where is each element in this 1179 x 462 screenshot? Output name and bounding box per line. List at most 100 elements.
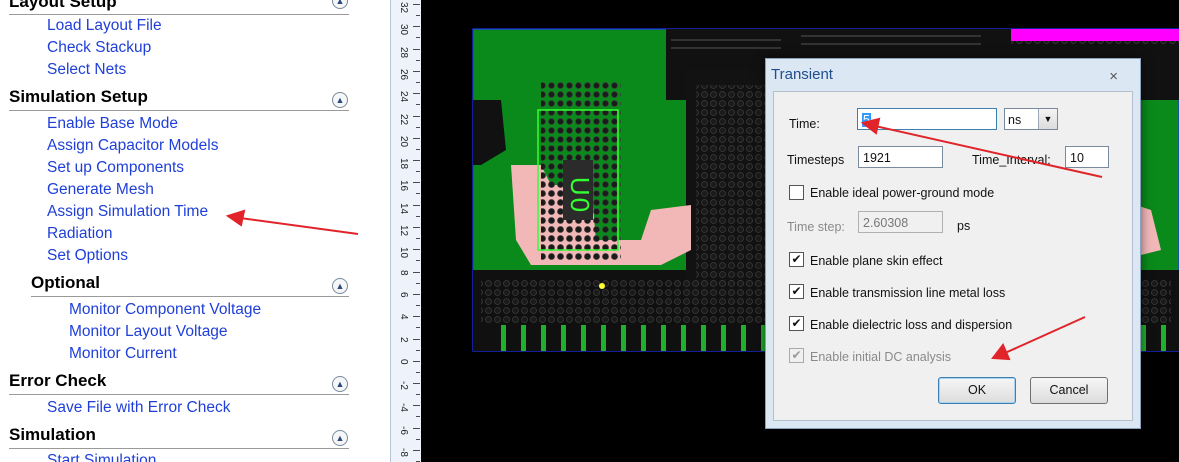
section-divider <box>9 448 349 449</box>
initial-dc-analysis-label: Enable initial DC analysis <box>810 350 952 364</box>
item-assign-simulation-time[interactable]: Assign Simulation Time <box>47 203 208 221</box>
ruler-minor-tick <box>416 15 420 16</box>
item-generate-mesh[interactable]: Generate Mesh <box>47 181 154 199</box>
time-step-unit: ps <box>957 219 971 233</box>
ruler-minor-tick <box>416 104 420 106</box>
time-unit-select[interactable]: ns ▼ <box>1004 108 1058 130</box>
ruler-tick <box>413 383 420 385</box>
ruler-label: 32 <box>398 2 409 14</box>
ruler-minor-tick <box>416 148 420 150</box>
initial-dc-analysis-checkbox: ✔ <box>789 348 804 363</box>
ruler-minor-tick <box>416 304 420 306</box>
component-label-u0[interactable]: U0 <box>564 177 595 214</box>
item-set-options[interactable]: Set Options <box>47 247 128 265</box>
ideal-power-ground-label: Enable ideal power-ground mode <box>810 186 995 200</box>
ruler-tick <box>413 70 420 72</box>
ruler-tick <box>413 249 420 251</box>
ruler-tick <box>413 360 420 362</box>
ruler-tick <box>413 227 420 228</box>
section-divider <box>9 110 349 111</box>
ruler-tick <box>413 115 420 117</box>
ruler-tick <box>413 93 420 95</box>
section-title-optional: Optional <box>31 273 100 292</box>
ruler-tick <box>413 293 420 295</box>
close-icon[interactable]: × <box>1109 68 1118 85</box>
ruler-minor-tick <box>416 37 420 39</box>
item-monitor-component-voltage[interactable]: Monitor Component Voltage <box>69 301 261 319</box>
collapse-simulation-setup-icon[interactable]: ▲ <box>332 92 348 108</box>
cancel-button[interactable]: Cancel <box>1030 377 1108 404</box>
ruler-label: -8 <box>398 448 409 457</box>
item-check-stackup[interactable]: Check Stackup <box>47 39 151 57</box>
ruler-tick <box>413 450 420 451</box>
item-monitor-layout-voltage[interactable]: Monitor Layout Voltage <box>69 323 228 341</box>
time-unit-value: ns <box>1008 113 1022 127</box>
time-input[interactable]: 5 <box>857 108 997 130</box>
dialog-body: Time: 5 ns ▼ Timesteps 1921 Time_Interva… <box>773 91 1133 421</box>
item-select-nets[interactable]: Select Nets <box>47 61 126 79</box>
ruler-minor-tick <box>416 215 420 217</box>
time-interval-input[interactable]: 10 <box>1065 146 1109 168</box>
tline-metal-loss-checkbox[interactable]: ✔ <box>789 284 804 299</box>
item-load-layout-file[interactable]: Load Layout File <box>47 17 162 35</box>
ruler-tick <box>413 137 420 139</box>
collapse-layout-setup-icon[interactable]: ▲ <box>332 0 348 9</box>
ruler-minor-tick <box>416 81 420 83</box>
timesteps-input[interactable]: 1921 <box>858 146 943 168</box>
ruler-label: 18 <box>398 158 409 170</box>
item-monitor-current[interactable]: Monitor Current <box>69 345 177 363</box>
ruler-minor-tick <box>416 349 420 351</box>
plane-skin-effect-checkbox[interactable]: ✔ <box>789 252 804 267</box>
plane-skin-effect-label: Enable plane skin effect <box>810 254 943 268</box>
section-title-error-check: Error Check <box>9 371 107 390</box>
ruler-minor-tick <box>416 416 420 418</box>
ruler-tick <box>413 26 420 28</box>
section-divider <box>9 14 349 15</box>
ideal-power-ground-checkbox[interactable] <box>789 185 804 200</box>
time-input-value: 5 <box>862 113 871 127</box>
vertical-ruler: 32 30 28 26 24 22 20 18 16 14 12 10 8 6 4 2 0 -2 -4 -6 -8 <box>390 0 422 462</box>
dielectric-loss-checkbox[interactable]: ✔ <box>789 316 804 331</box>
ruler-label: -4 <box>398 403 409 413</box>
ruler-label: 20 <box>398 135 409 147</box>
ruler-minor-tick <box>416 260 420 262</box>
section-divider <box>9 394 349 395</box>
transient-dialog: Transient × Time: 5 ns ▼ Timesteps 1921 … <box>765 58 1141 429</box>
ruler-tick <box>413 405 420 407</box>
time-label: Time: <box>789 117 820 131</box>
ruler-tick <box>413 316 420 318</box>
ruler-label: 16 <box>398 180 409 192</box>
item-save-file-with-error-check[interactable]: Save File with Error Check <box>47 399 230 417</box>
workflow-panel: Layout Setup ▲ Load Layout File Check St… <box>0 0 388 462</box>
item-start-simulation[interactable]: Start Simulation <box>47 452 156 462</box>
ruler-minor-tick <box>416 327 420 329</box>
ruler-minor-tick <box>416 193 420 195</box>
section-title-simulation-setup: Simulation Setup <box>9 87 148 106</box>
ruler-label: 0 <box>398 358 409 365</box>
collapse-simulation-icon[interactable]: ▲ <box>332 430 348 446</box>
collapse-error-check-icon[interactable]: ▲ <box>332 376 348 392</box>
ruler-label: -2 <box>398 381 409 390</box>
ruler-tick <box>413 182 420 184</box>
section-divider <box>31 296 349 297</box>
ruler-tick <box>413 338 420 340</box>
item-assign-capacitor-models[interactable]: Assign Capacitor Models <box>47 137 218 155</box>
ok-button[interactable]: OK <box>938 377 1016 404</box>
ruler-label: 4 <box>398 314 409 320</box>
item-radiation[interactable]: Radiation <box>47 225 113 243</box>
time-interval-label: Time_Interval: <box>972 153 1051 167</box>
section-title-simulation: Simulation <box>9 425 96 444</box>
tline-metal-loss-label: Enable transmission line metal loss <box>810 286 1006 300</box>
item-set-up-components[interactable]: Set up Components <box>47 159 184 177</box>
ruler-label: 30 <box>398 24 409 36</box>
collapse-optional-icon[interactable]: ▲ <box>332 278 348 294</box>
ruler-label: 2 <box>398 336 409 343</box>
ruler-label: 8 <box>398 269 409 276</box>
chevron-down-icon[interactable]: ▼ <box>1038 109 1057 129</box>
ruler-minor-tick <box>416 171 420 173</box>
dialog-title: Transient <box>771 66 833 83</box>
time-step-field: 2.60308 <box>858 211 943 233</box>
item-enable-base-mode[interactable]: Enable Base Mode <box>47 115 178 133</box>
ruler-label: 22 <box>398 113 409 125</box>
ruler-label: 6 <box>398 291 409 298</box>
